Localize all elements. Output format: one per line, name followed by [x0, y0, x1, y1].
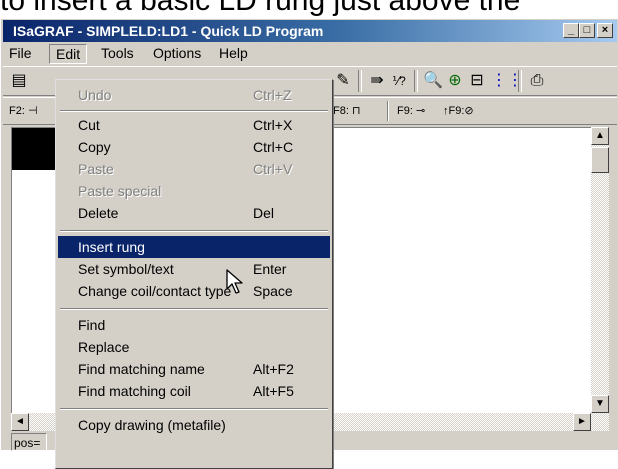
- menu-item-find[interactable]: Find: [58, 314, 330, 336]
- menu-item-change-coil-contact-type[interactable]: Change coil/contact type Space: [58, 280, 330, 302]
- menu-item-label: Delete: [78, 205, 119, 221]
- menu-item-label: Copy: [78, 139, 111, 155]
- menu-separator: [60, 230, 328, 232]
- minimize-button[interactable]: _: [563, 23, 579, 38]
- toolbar-separator: [518, 70, 522, 92]
- fit-icon[interactable]: ⊟: [467, 71, 487, 91]
- menu-separator: [60, 408, 328, 410]
- menu-tools[interactable]: Tools: [95, 43, 140, 63]
- zoom-out-icon[interactable]: 🔍: [423, 71, 443, 91]
- rung-left-rail: [12, 128, 60, 170]
- menu-item-shortcut: Enter: [253, 261, 287, 277]
- menu-item-label: Undo: [78, 87, 112, 103]
- menu-item-label: Copy drawing (metafile): [78, 417, 226, 433]
- menu-edit[interactable]: Edit: [49, 44, 88, 64]
- menu-item-copy-drawing[interactable]: Copy drawing (metafile): [58, 414, 330, 436]
- menu-item-shortcut: Ctrl+X: [253, 117, 293, 133]
- menu-file[interactable]: File: [3, 43, 38, 63]
- menu-item-copy[interactable]: Copy Ctrl+C: [58, 136, 330, 158]
- menu-help[interactable]: Help: [213, 43, 254, 63]
- tutorial-caption: to insert a basic LD rung just above the: [0, 0, 521, 17]
- menu-item-label: Paste: [78, 161, 114, 177]
- scroll-up-button[interactable]: ▲: [591, 127, 609, 145]
- close-button[interactable]: ×: [597, 23, 613, 38]
- grid-icon[interactable]: ⋮⋮: [491, 71, 523, 91]
- vertical-scroll-thumb[interactable]: [591, 147, 609, 173]
- scroll-down-button[interactable]: ▼: [591, 395, 609, 413]
- menu-item-label: Cut: [78, 117, 100, 133]
- menu-item-shortcut: Del: [253, 205, 275, 221]
- f8-coil-button[interactable]: F8: ⊓: [333, 98, 361, 124]
- menu-item-replace[interactable]: Replace: [58, 336, 330, 358]
- menu-item-shortcut: Ctrl+V: [253, 161, 293, 177]
- edit-icon[interactable]: ✎: [333, 71, 353, 91]
- print-icon[interactable]: ⎙: [527, 71, 547, 91]
- scroll-left-button[interactable]: ◄: [11, 413, 29, 431]
- menu-item-delete[interactable]: Delete Del: [58, 202, 330, 224]
- position-status: pos=: [11, 433, 47, 451]
- mouse-cursor-icon: [226, 269, 243, 294]
- menu-item-label: Find: [78, 317, 106, 333]
- menu-item-shortcut: Alt+F2: [253, 361, 294, 377]
- maximize-button[interactable]: □: [579, 23, 595, 38]
- menu-options[interactable]: Options: [147, 43, 207, 63]
- menu-item-label: Replace: [78, 339, 130, 355]
- menu-item-shortcut: Ctrl+C: [253, 139, 294, 155]
- menu-item-insert-rung[interactable]: Insert rung: [58, 236, 330, 258]
- jump-icon[interactable]: ⇛: [367, 71, 387, 91]
- menu-item-label: Change coil/contact type: [78, 283, 232, 299]
- toolbar-separator: [358, 70, 362, 92]
- menu-item-label: Find matching name: [78, 361, 205, 377]
- menu-item-label: Insert rung: [78, 239, 145, 255]
- f9-return-button[interactable]: ↑F9:⊘: [443, 98, 474, 124]
- menu-item-find-matching-name[interactable]: Find matching name Alt+F2: [58, 358, 330, 380]
- page-icon[interactable]: ▤: [9, 71, 29, 91]
- menu-item-shortcut: Alt+F5: [253, 383, 294, 399]
- menu-item-label: Paste special: [78, 183, 162, 199]
- menu-separator: [60, 308, 328, 310]
- menu-item-undo[interactable]: Undo Ctrl+Z: [58, 84, 330, 106]
- find-icon[interactable]: ⅟?: [389, 71, 409, 91]
- f9-jump-button[interactable]: F9: ⊸: [397, 98, 425, 124]
- menu-item-set-symbol-text[interactable]: Set symbol/text Enter: [58, 258, 330, 280]
- vertical-scrollbar[interactable]: ▲ ▼: [591, 127, 609, 431]
- menu-item-cut[interactable]: Cut Ctrl+X: [58, 114, 330, 136]
- window-title: ISaGRAF - SIMPLELD:LD1 - Quick LD Progra…: [13, 23, 324, 39]
- menu-item-paste-special[interactable]: Paste special: [58, 180, 330, 202]
- scroll-right-button[interactable]: ►: [573, 413, 591, 431]
- menu-item-find-matching-coil[interactable]: Find matching coil Alt+F5: [58, 380, 330, 402]
- menu-item-shortcut: Ctrl+Z: [253, 87, 292, 103]
- toolbar-separator: [414, 70, 418, 92]
- menu-item-label: Find matching coil: [78, 383, 191, 399]
- menu-item-paste[interactable]: Paste Ctrl+V: [58, 158, 330, 180]
- menu-item-shortcut: Space: [253, 283, 293, 299]
- edit-menu-dropdown: Undo Ctrl+Z Cut Ctrl+X Copy Ctrl+C Paste…: [55, 79, 333, 469]
- app-window: ISaGRAF - SIMPLELD:LD1 - Quick LD Progra…: [0, 18, 618, 469]
- zoom-in-icon[interactable]: ⊕: [445, 71, 465, 91]
- menu-bar: File Edit Tools Options Help: [3, 43, 617, 64]
- menu-separator: [60, 110, 328, 112]
- title-bar[interactable]: ISaGRAF - SIMPLELD:LD1 - Quick LD Progra…: [3, 20, 617, 42]
- f2-contact-button[interactable]: F2: ⊣: [9, 98, 38, 124]
- menu-item-label: Set symbol/text: [78, 261, 174, 277]
